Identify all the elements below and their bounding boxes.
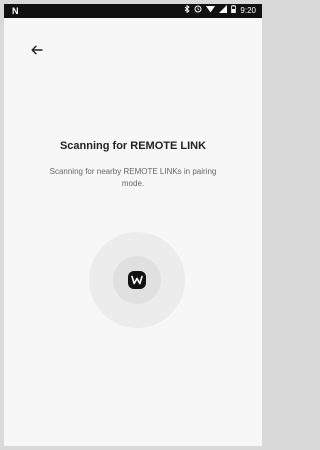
back-button[interactable]: [26, 42, 48, 60]
logo-mark: [131, 275, 143, 285]
status-bar: N 9:20: [4, 4, 262, 18]
arrow-left-icon: [31, 42, 43, 60]
logo-badge: [128, 271, 146, 289]
alarm-icon: [194, 4, 202, 18]
status-time: 9:20: [240, 6, 256, 15]
status-icons: 9:20: [184, 4, 256, 18]
wifi-icon: [206, 4, 216, 18]
bluetooth-icon: [184, 4, 191, 18]
page-title: Scanning for REMOTE LINK: [59, 140, 207, 152]
page-subtitle: Scanning for nearby REMOTE LINKs in pair…: [49, 167, 217, 188]
signal-icon: [219, 4, 228, 18]
battery-icon: [231, 4, 237, 18]
app-screen: N 9:20 Scanning for REMOTE LINK Scanning…: [4, 4, 262, 446]
status-left-glyph: N: [12, 6, 19, 16]
